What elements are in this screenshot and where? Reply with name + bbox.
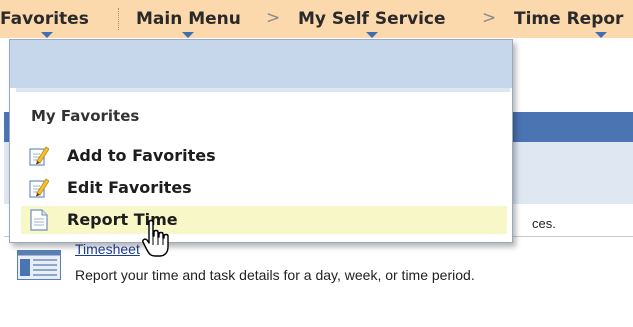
chevron-down-icon (182, 32, 195, 38)
menu-item-label: Edit Favorites (67, 178, 192, 197)
my-favorites-heading: My Favorites (31, 107, 140, 125)
menu-item-label: Add to Favorites (67, 146, 216, 165)
breadcrumb-label: Time Repor (514, 9, 624, 29)
document-icon (30, 209, 48, 231)
menu-item-report-time[interactable]: Report Time (21, 206, 507, 234)
hand-pointer-cursor-icon (142, 219, 169, 257)
timesheet-icon (17, 250, 61, 280)
favorites-menu-button[interactable]: Favorites (0, 9, 94, 38)
breadcrumb-my-self-service[interactable]: My Self Service (298, 9, 446, 38)
breadcrumb-separator: > (482, 8, 497, 28)
breadcrumb-label: Main Menu (136, 9, 241, 29)
pencil-edit-icon (29, 146, 49, 166)
breadcrumb-bar: Favorites Main Menu > My Self Service > … (0, 0, 633, 38)
chevron-down-icon (40, 32, 53, 38)
breadcrumb-main-menu[interactable]: Main Menu (136, 9, 241, 38)
breadcrumb-label: My Self Service (298, 9, 446, 29)
favorites-dropdown: My Favorites Add to Favorites Edit Favor… (9, 39, 513, 243)
breadcrumb-divider (118, 8, 119, 30)
page: Favorites Main Menu > My Self Service > … (0, 0, 633, 327)
menu-item-add-to-favorites[interactable]: Add to Favorites (21, 142, 507, 170)
chevron-down-icon (365, 32, 378, 38)
breadcrumb-time-reporting[interactable]: Time Repor (514, 9, 624, 38)
menu-item-edit-favorites[interactable]: Edit Favorites (21, 174, 507, 202)
timesheet-description: Report your time and task details for a … (75, 267, 475, 283)
dropdown-header-shadow (16, 88, 510, 92)
pencil-edit-icon (29, 178, 49, 198)
dropdown-header (10, 40, 512, 88)
chevron-down-icon (595, 32, 608, 38)
content-snippet-text: ces. (532, 216, 556, 231)
breadcrumb-separator: > (266, 8, 281, 28)
favorites-label: Favorites (0, 9, 89, 29)
